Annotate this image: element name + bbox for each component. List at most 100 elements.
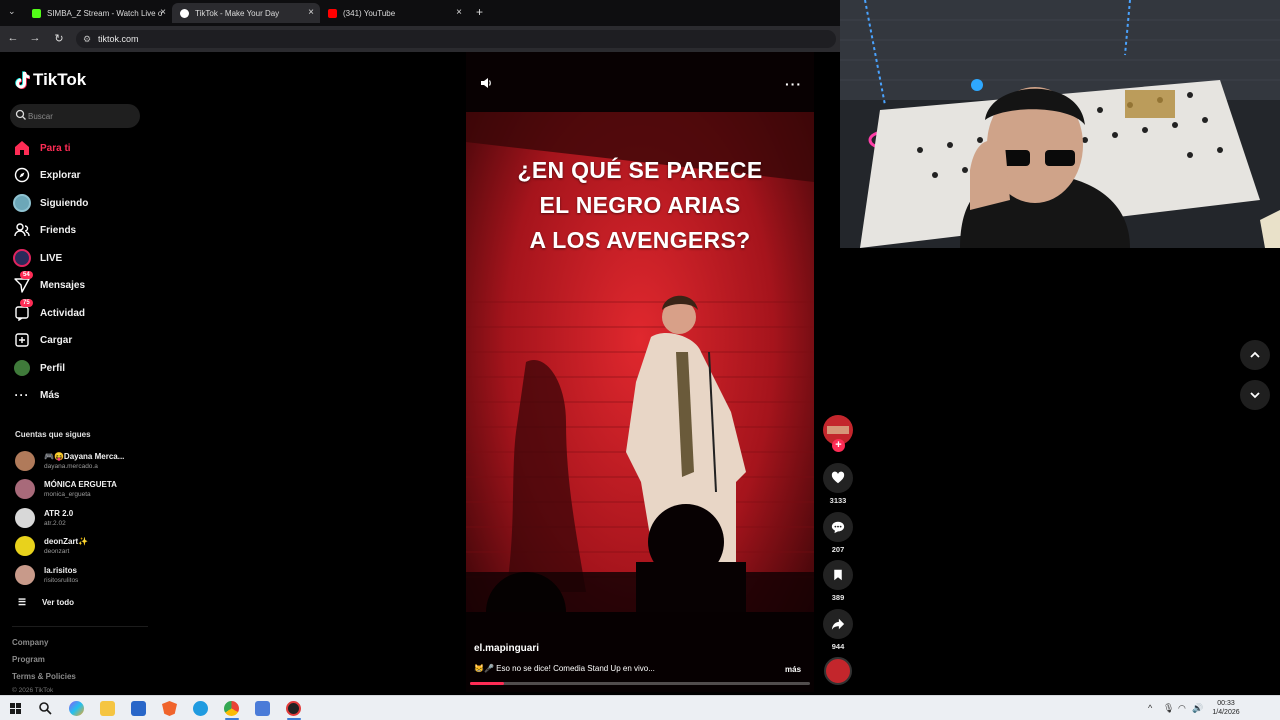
search-input[interactable] [28,107,133,125]
url-text: tiktok.com [98,34,139,44]
chrome-icon[interactable] [224,701,239,716]
account-handle: dayana.mercado.a [44,462,98,470]
nav-mensajes[interactable]: 54 Mensajes [12,271,86,296]
store-icon[interactable] [131,701,146,716]
tiktok-logo[interactable]: TikTok [14,70,86,90]
tab-title: SIMBA_Z Stream - Watch Live o [47,8,163,18]
following-account[interactable]: la.risitos risitosrulitos [15,563,78,587]
account-name: 🎮😝Dayana Merca... [44,451,125,461]
clock-date: 1/4/2026 [1212,709,1240,716]
close-tab-icon[interactable]: × [456,7,462,18]
list-icon: ☰ [18,597,27,607]
video-progress-fill [470,682,504,685]
see-more-link[interactable]: más [785,665,801,674]
wifi-icon[interactable]: ◠ [1178,703,1186,714]
obs-icon[interactable] [286,701,301,716]
nav-perfil[interactable]: Perfil [12,357,65,379]
share-button[interactable] [823,609,853,639]
nav-cargar[interactable]: Cargar [12,329,72,351]
nav-siguiendo[interactable]: Siguiendo [12,192,88,214]
avatar [15,536,35,556]
nav-friends[interactable]: Friends [12,219,76,241]
brave-icon[interactable] [162,701,177,716]
forward-icon[interactable]: → [28,32,42,44]
music-disc-icon[interactable] [824,657,852,685]
account-name: MÓNICA ERGUETA [44,479,117,489]
footer-link-company[interactable]: Company [12,638,48,647]
close-tab-icon[interactable]: × [160,7,166,18]
chevron-up-icon [1250,351,1260,358]
account-handle: monica_ergueta [44,490,91,498]
following-account[interactable]: 🎮😝Dayana Merca... dayana.mercado.a [15,449,124,473]
following-account[interactable]: MÓNICA ERGUETA monica_ergueta [15,477,117,501]
heart-icon [831,471,845,484]
nav-para-ti[interactable]: Para ti [12,137,71,159]
next-video-button[interactable] [1240,380,1270,410]
nav-mas[interactable]: ··· Más [12,384,60,406]
nav-label: Mensajes [40,279,86,291]
bookmark-icon [834,569,842,581]
like-button[interactable] [823,463,853,493]
search-box[interactable] [10,104,140,128]
nav-live[interactable]: LIVE [12,247,62,269]
footer-link-terms[interactable]: Terms & Policies [12,672,76,681]
avatar [15,479,35,499]
nav-label: Cargar [40,334,73,346]
nav-label: Siguiendo [40,197,89,209]
tab-search-icon[interactable]: ⌄ [8,6,16,17]
video-author[interactable]: el.mapinguari [474,643,539,654]
windows-taskbar: ^ 🎙 ◠ 🔊 00:33 1/4/2026 [0,695,1280,720]
comment-button[interactable] [823,512,853,542]
clock-time: 00:33 [1217,700,1235,707]
nav-label: Explorar [40,169,81,181]
logo-text: TikTok [33,70,87,89]
site-info-icon[interactable]: ⚙ [83,34,91,45]
like-count: 3133 [829,496,847,505]
taskbar-search-icon[interactable] [38,701,53,716]
follow-plus-button[interactable]: + [832,439,845,452]
windows-start-icon[interactable] [8,701,23,716]
previous-video-button[interactable] [1240,340,1270,370]
share-icon [831,618,845,630]
video-player[interactable]: ¿EN QUÉ SE PARECE EL NEGRO ARIAS A LOS A… [466,52,814,692]
tab-simba-stream[interactable]: SIMBA_Z Stream - Watch Live o × [24,3,172,23]
following-avatar-icon [12,193,32,213]
reload-icon[interactable]: ↻ [52,32,66,45]
youtube-favicon-icon [328,8,337,18]
following-account[interactable]: ATR 2.0 atr.2.02 [15,506,73,530]
address-bar: ← → ↻ ⚙ tiktok.com [0,26,840,52]
volume-icon[interactable] [479,76,493,90]
nav-explorar[interactable]: Explorar [12,164,81,186]
url-field[interactable]: ⚙ tiktok.com [76,30,836,48]
mail-icon[interactable] [255,701,270,716]
friends-icon [12,220,32,240]
see-all-button[interactable]: ☰ Ver todo [18,597,74,608]
following-account[interactable]: deonZart✨ deonzart [15,534,88,558]
see-all-label: Ver todo [42,598,75,607]
more-options-icon[interactable]: ··· [785,76,802,92]
video-frame [466,52,814,692]
back-icon[interactable]: ← [6,32,20,44]
edge-icon[interactable] [193,701,208,716]
video-progress-bar[interactable] [470,682,810,685]
microphone-icon[interactable]: 🎙 [1163,703,1174,714]
nav-label: Perfil [40,362,66,374]
video-caption-line: EL NEGRO ARIAS [539,192,741,218]
tab-youtube[interactable]: (341) YouTube × [320,3,468,23]
nav-label: Para ti [40,142,71,154]
copilot-icon[interactable] [69,701,84,716]
system-clock[interactable]: 00:33 1/4/2026 [1204,699,1248,717]
divider [12,626,148,627]
save-button[interactable] [823,560,853,590]
screen: ⌄ SIMBA_Z Stream - Watch Live o × TikTok… [0,0,1280,720]
tray-chevron-icon[interactable]: ^ [1148,703,1152,713]
tab-tiktok[interactable]: TikTok - Make Your Day × [172,3,320,23]
footer-link-program[interactable]: Program [12,655,45,664]
nav-actividad[interactable]: 75 Actividad [12,299,85,324]
close-tab-icon[interactable]: × [308,7,314,18]
save-count: 389 [831,593,845,602]
new-tab-icon[interactable]: + [476,5,483,19]
volume-tray-icon[interactable]: 🔊 [1192,703,1203,714]
file-explorer-icon[interactable] [100,701,115,716]
chevron-down-icon [1250,392,1260,399]
